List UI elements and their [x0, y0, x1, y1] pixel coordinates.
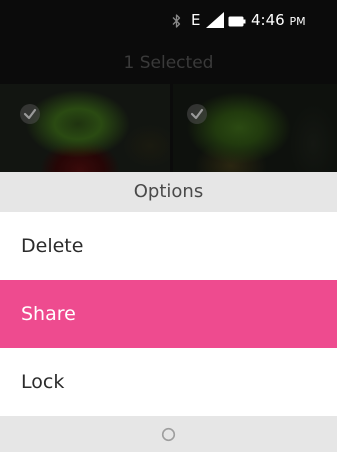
softkey-bar [0, 416, 337, 452]
menu-item-label: Delete [21, 235, 84, 257]
circle-icon[interactable] [161, 427, 176, 446]
network-type-label: E [191, 11, 201, 29]
status-bar: E 4:46 PM [0, 0, 337, 42]
battery-icon [228, 13, 246, 32]
signal-icon [206, 12, 224, 32]
photo-thumbnail [173, 84, 337, 172]
clock-ampm: PM [289, 15, 306, 28]
screen: 1 Selected E 4:46 PM Options Delete Shar… [0, 0, 337, 452]
photo-image [0, 84, 170, 172]
gallery-header: 1 Selected [123, 53, 214, 73]
menu-item-share[interactable]: Share [0, 280, 337, 348]
menu-item-label: Share [21, 303, 76, 325]
bluetooth-icon [172, 13, 181, 33]
options-menu: Delete Share Lock [0, 212, 337, 416]
clock: 4:46 PM [251, 10, 306, 32]
menu-item-delete[interactable]: Delete [0, 212, 337, 280]
photo-image [173, 84, 337, 172]
options-title: Options [0, 172, 337, 212]
photo-thumbnail [0, 84, 170, 172]
check-circle-icon [20, 104, 40, 124]
clock-time: 4:46 [251, 11, 285, 29]
check-circle-icon [187, 104, 207, 124]
menu-item-lock[interactable]: Lock [0, 348, 337, 416]
menu-item-label: Lock [21, 371, 65, 393]
